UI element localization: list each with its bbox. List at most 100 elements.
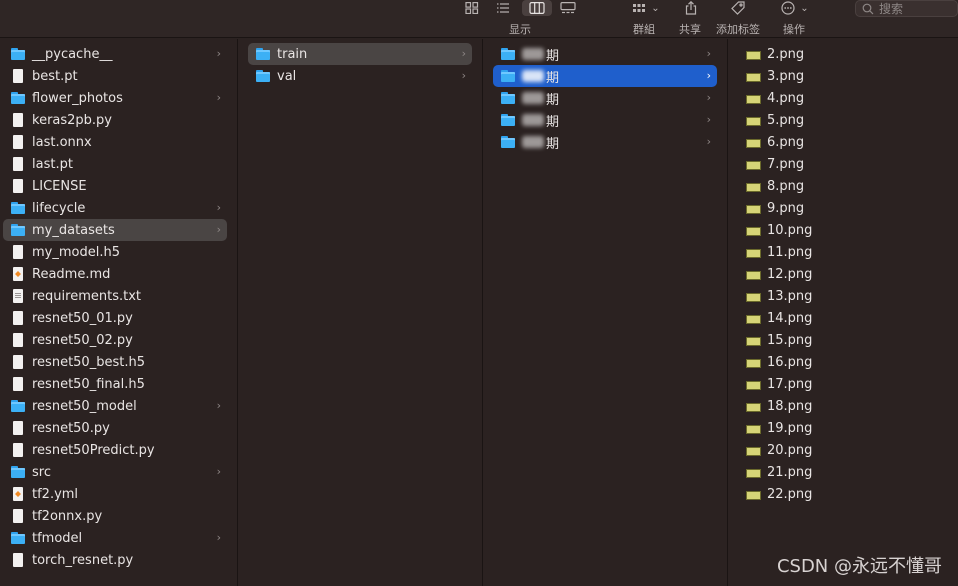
chevron-right-icon: › — [706, 47, 711, 60]
file-row[interactable]: 21.png — [736, 461, 950, 483]
folder-row[interactable]: src › — [3, 461, 227, 483]
item-name: 17.png — [767, 376, 813, 392]
document-icon — [11, 509, 25, 523]
folder-row[interactable]: train › — [248, 43, 472, 65]
file-row[interactable]: 20.png — [736, 439, 950, 461]
share-icon — [685, 1, 697, 15]
file-row[interactable]: resnet50.py — [3, 417, 227, 439]
file-row[interactable]: 3.png — [736, 65, 950, 87]
chevron-right-icon: › — [216, 399, 221, 412]
folder-row[interactable]: flower_photos › — [3, 87, 227, 109]
item-name: 16.png — [767, 354, 813, 370]
file-row[interactable]: 13.png — [736, 285, 950, 307]
action-button[interactable]: ⌄ — [778, 0, 812, 16]
folder-row[interactable]: tfmodel › — [3, 527, 227, 549]
item-name: last.onnx — [32, 134, 92, 150]
column-view-button[interactable] — [525, 0, 549, 16]
file-row[interactable]: 12.png — [736, 263, 950, 285]
column-train: 期 › 期 › 期 › 期 › 期 › — [483, 39, 727, 586]
file-row[interactable]: 8.png — [736, 175, 950, 197]
gallery-view-button[interactable] — [557, 0, 579, 16]
list-view-button[interactable] — [493, 0, 513, 16]
folder-row[interactable]: 期 › — [493, 43, 717, 65]
image-file-icon — [746, 245, 761, 259]
file-row[interactable]: tf2.yml — [3, 483, 227, 505]
item-name: 5.png — [767, 112, 805, 128]
item-name: resnet50Predict.py — [32, 442, 155, 458]
file-row[interactable]: Readme.md — [3, 263, 227, 285]
file-row[interactable]: 17.png — [736, 373, 950, 395]
group-button[interactable]: ⌄ — [628, 0, 664, 16]
file-row[interactable]: resnet50_02.py — [3, 329, 227, 351]
file-row[interactable]: last.pt — [3, 153, 227, 175]
folder-row[interactable]: val › — [248, 65, 472, 87]
folder-icon — [256, 47, 270, 61]
add-tag-label: 添加标签 — [716, 23, 760, 36]
folder-row[interactable]: 期 › — [493, 87, 717, 109]
file-row[interactable]: torch_resnet.py — [3, 549, 227, 571]
file-row[interactable]: 6.png — [736, 131, 950, 153]
file-row[interactable]: my_model.h5 — [3, 241, 227, 263]
file-row[interactable]: 2.png — [736, 43, 950, 65]
item-name: flower_photos — [32, 90, 123, 106]
folder-row[interactable]: 期 › — [493, 65, 717, 87]
item-name: 期 — [546, 70, 560, 86]
file-row[interactable]: 15.png — [736, 329, 950, 351]
document-icon — [11, 355, 25, 369]
add-tag-button[interactable] — [728, 0, 748, 16]
image-file-icon — [746, 47, 761, 61]
file-row[interactable]: 11.png — [736, 241, 950, 263]
file-row[interactable]: resnet50_final.h5 — [3, 373, 227, 395]
chevron-down-icon: ⌄ — [651, 2, 660, 14]
file-row[interactable]: 7.png — [736, 153, 950, 175]
image-file-icon — [746, 311, 761, 325]
folder-row[interactable]: 期 › — [493, 131, 717, 153]
file-row[interactable]: 14.png — [736, 307, 950, 329]
redacted-text — [522, 70, 544, 82]
file-row[interactable]: 10.png — [736, 219, 950, 241]
file-row[interactable]: last.onnx — [3, 131, 227, 153]
file-row[interactable]: 5.png — [736, 109, 950, 131]
folder-row[interactable]: 期 › — [493, 109, 717, 131]
search-input[interactable]: 搜索 — [855, 0, 958, 17]
file-row[interactable]: 16.png — [736, 351, 950, 373]
markdown-file-icon — [11, 267, 25, 281]
folder-icon — [11, 91, 25, 105]
group-label: 群組 — [633, 23, 655, 36]
file-row[interactable]: 4.png — [736, 87, 950, 109]
file-row[interactable]: keras2pb.py — [3, 109, 227, 131]
file-row[interactable]: tf2onnx.py — [3, 505, 227, 527]
share-button[interactable] — [681, 0, 701, 16]
folder-row[interactable]: __pycache__ › — [3, 43, 227, 65]
file-row[interactable]: 18.png — [736, 395, 950, 417]
document-icon — [11, 333, 25, 347]
group-grid-icon — [633, 4, 646, 12]
icon-view-button[interactable] — [462, 0, 482, 16]
folder-row[interactable]: lifecycle › — [3, 197, 227, 219]
file-row[interactable]: best.pt — [3, 65, 227, 87]
file-row[interactable]: 9.png — [736, 197, 950, 219]
redacted-text — [522, 114, 544, 126]
chevron-down-icon: ⌄ — [800, 2, 809, 14]
file-row[interactable]: LICENSE — [3, 175, 227, 197]
column-images: 2.png 3.png 4.png 5.png 6.png 7.png 8.png 9.png… — [728, 39, 958, 586]
item-name: 8.png — [767, 178, 805, 194]
file-row[interactable]: resnet50_best.h5 — [3, 351, 227, 373]
file-row[interactable]: requirements.txt — [3, 285, 227, 307]
folder-row[interactable]: resnet50_model › — [3, 395, 227, 417]
item-name: tf2onnx.py — [32, 508, 103, 524]
item-name: resnet50_01.py — [32, 310, 133, 326]
file-row[interactable]: 19.png — [736, 417, 950, 439]
file-row[interactable]: 22.png — [736, 483, 950, 505]
image-file-icon — [746, 377, 761, 391]
item-name: lifecycle — [32, 200, 86, 216]
item-name: resnet50_best.h5 — [32, 354, 145, 370]
document-icon — [11, 157, 25, 171]
folder-row[interactable]: my_datasets › — [3, 219, 227, 241]
redacted-text — [522, 136, 544, 148]
file-row[interactable]: resnet50Predict.py — [3, 439, 227, 461]
csdn-watermark: CSDN @永远不懂哥 — [776, 556, 942, 577]
file-row[interactable]: resnet50_01.py — [3, 307, 227, 329]
item-name: 3.png — [767, 68, 805, 84]
display-label: 显示 — [509, 23, 531, 36]
